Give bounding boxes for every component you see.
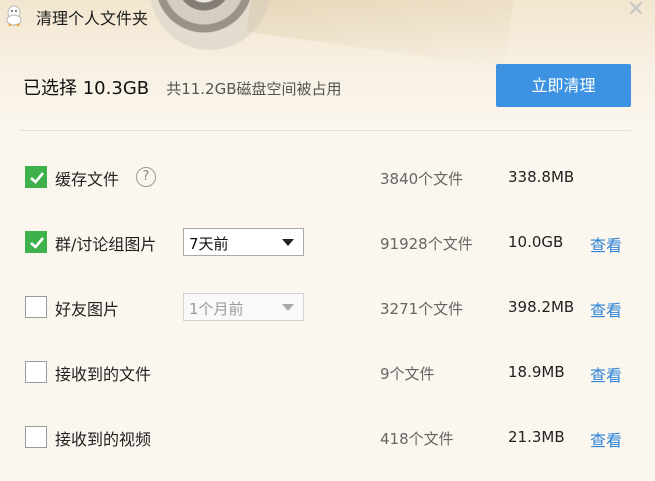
file-size: 398.2MB bbox=[508, 298, 575, 316]
select-value: 1个月前 bbox=[189, 300, 244, 318]
disk-occupied-text: 共11.2GB磁盘空间被占用 bbox=[166, 80, 342, 98]
dropdown-arrow-icon bbox=[282, 239, 294, 246]
close-button[interactable]: ✕ bbox=[623, 0, 649, 22]
view-link[interactable]: 查看 bbox=[590, 297, 622, 321]
view-link[interactable]: 查看 bbox=[590, 362, 622, 386]
row-label: 接收到的文件 bbox=[55, 365, 152, 384]
row-label: 好友图片 bbox=[55, 300, 120, 319]
window-title: 清理个人文件夹 bbox=[36, 9, 149, 28]
checkbox-received-videos[interactable] bbox=[25, 426, 47, 448]
file-size: 10.0GB bbox=[508, 233, 564, 251]
title-bar: 清理个人文件夹 ✕ bbox=[0, 0, 655, 32]
file-count: 91928个文件 bbox=[380, 235, 473, 253]
divider bbox=[20, 130, 631, 131]
file-size: 21.3MB bbox=[508, 428, 565, 446]
checkbox-group-images[interactable] bbox=[25, 231, 47, 253]
selected-size-text: 已选择 10.3GB bbox=[23, 78, 149, 99]
list-item-received-files: 接收到的文件 9个文件 18.9MB 查看 bbox=[0, 355, 655, 389]
time-range-select[interactable]: 7天前 bbox=[183, 228, 304, 256]
selected-value: 10.3GB bbox=[82, 78, 150, 99]
file-count: 3840个文件 bbox=[380, 170, 464, 188]
time-range-select[interactable]: 1个月前 bbox=[183, 293, 304, 321]
row-label: 接收到的视频 bbox=[55, 430, 152, 449]
file-count: 3271个文件 bbox=[380, 300, 464, 318]
dropdown-arrow-icon bbox=[282, 304, 294, 311]
list-item-friend-images: 好友图片 1个月前 3271个文件 398.2MB 查看 bbox=[0, 290, 655, 324]
list-item-cache: 缓存文件 ? 3840个文件 338.8MB bbox=[0, 160, 655, 194]
qq-penguin-icon bbox=[4, 4, 24, 27]
selection-summary: 已选择 10.3GB 共11.2GB磁盘空间被占用 bbox=[23, 74, 342, 100]
list-item-group-images: 群/讨论组图片 7天前 91928个文件 10.0GB 查看 bbox=[0, 225, 655, 259]
select-value: 7天前 bbox=[189, 235, 229, 253]
selected-prefix: 已选择 bbox=[23, 78, 77, 99]
file-size: 18.9MB bbox=[508, 363, 565, 381]
row-label: 群/讨论组图片 bbox=[55, 235, 157, 254]
file-count: 9个文件 bbox=[380, 365, 435, 383]
checkbox-received-files[interactable] bbox=[25, 361, 47, 383]
checkbox-friend-images[interactable] bbox=[25, 296, 47, 318]
file-count: 418个文件 bbox=[380, 430, 454, 448]
list-item-received-videos: 接收到的视频 418个文件 21.3MB 查看 bbox=[0, 420, 655, 454]
file-size: 338.8MB bbox=[508, 168, 575, 186]
view-link[interactable]: 查看 bbox=[590, 427, 622, 451]
view-link[interactable]: 查看 bbox=[590, 232, 622, 256]
row-label: 缓存文件 bbox=[55, 170, 120, 189]
help-icon[interactable]: ? bbox=[136, 167, 156, 187]
clean-now-button[interactable]: 立即清理 bbox=[496, 64, 631, 107]
checkbox-cache[interactable] bbox=[25, 166, 47, 188]
